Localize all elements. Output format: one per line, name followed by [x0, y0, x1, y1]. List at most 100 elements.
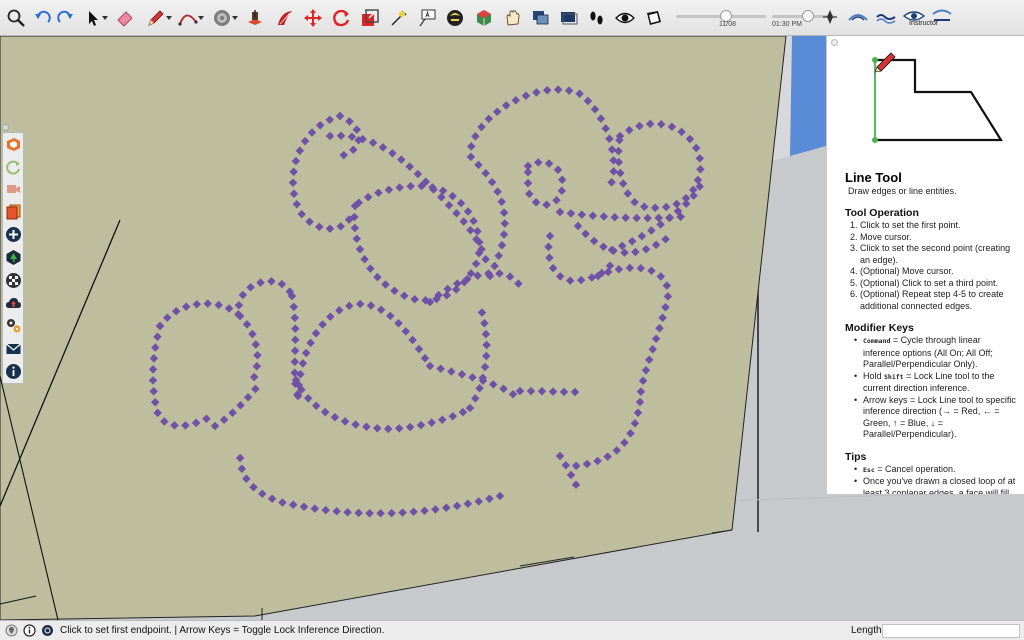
- status-bar: Click to set first endpoint. | Arrow Key…: [0, 620, 1024, 640]
- video-icon[interactable]: [5, 181, 22, 198]
- pages-icon[interactable]: [5, 203, 22, 220]
- info-icon[interactable]: [23, 624, 36, 637]
- close-icon[interactable]: [831, 39, 838, 46]
- operation-heading: Tool Operation: [845, 207, 919, 219]
- tip-text: Once you've drawn a closed loop of at le…: [863, 476, 1016, 494]
- modifier-text: Arrow keys = Lock Line tool to specific …: [863, 394, 1016, 440]
- hand-icon[interactable]: [502, 7, 524, 29]
- dimension-icon[interactable]: [388, 7, 410, 29]
- section-plane-icon[interactable]: [643, 7, 665, 29]
- shadow-date-label: 11/08: [719, 21, 736, 28]
- bullet: •: [854, 370, 858, 381]
- key-label: Esc: [863, 465, 875, 474]
- slider-knob[interactable]: [802, 10, 814, 22]
- push-pull-icon[interactable]: [274, 7, 296, 29]
- scene-tab-1[interactable]: [818, 8, 842, 26]
- bullet: •: [854, 335, 858, 345]
- operation-step: 3. Click to set the second point (creatin…: [850, 243, 1017, 266]
- refresh-icon[interactable]: [5, 159, 22, 176]
- shadow-time-label: 01:30 PM: [772, 21, 802, 28]
- operation-step: 4. (Optional) Move cursor.: [850, 266, 1017, 278]
- ground-plane: [0, 36, 787, 620]
- undo-icon[interactable]: [32, 7, 54, 29]
- key-label: Command: [863, 337, 891, 345]
- layers-icon[interactable]: [530, 7, 552, 29]
- measurement-input[interactable]: [882, 624, 1020, 638]
- step-number: 3.: [850, 243, 858, 253]
- main-toolbar: 11/08 01:30 PM Instructor: [0, 0, 1024, 36]
- tip-item: • Esc = Cancel operation.: [854, 464, 1017, 477]
- search-icon[interactable]: [5, 7, 27, 29]
- cloud-upload-icon[interactable]: [5, 295, 22, 312]
- pencil-line-icon[interactable]: [145, 7, 167, 29]
- walk-icon[interactable]: [444, 7, 466, 29]
- tool-subtitle: Draw edges or line entities.: [848, 186, 957, 196]
- operation-step: 1. Click to set the first point.: [850, 220, 1017, 232]
- toolbar-grip[interactable]: [2, 124, 9, 131]
- modifier-text: Hold Shift = Lock Line tool to the curre…: [863, 370, 995, 394]
- shadow-date-slider[interactable]: 11/08: [676, 8, 766, 28]
- tree-icon[interactable]: [5, 249, 22, 266]
- tips-list: • Esc = Cancel operation. • Once you've dra…: [854, 464, 1017, 495]
- step-text: (Optional) Repeat step 4-5 to create add…: [860, 289, 1004, 311]
- bullet: •: [854, 463, 858, 474]
- footprints-icon[interactable]: [586, 7, 608, 29]
- redo-icon[interactable]: [54, 7, 76, 29]
- info-icon[interactable]: [5, 363, 22, 380]
- scale-icon[interactable]: [359, 7, 381, 29]
- credits-icon[interactable]: [41, 624, 54, 637]
- chevron-down-icon[interactable]: [198, 15, 204, 21]
- settings-gears-icon[interactable]: [5, 317, 22, 334]
- status-message: Click to set first endpoint. | Arrow Key…: [60, 625, 385, 636]
- step-number: 1.: [850, 220, 858, 230]
- modifier-item: • Command = Cycle through linear inferenc…: [854, 335, 1017, 371]
- paint-bucket-icon[interactable]: [244, 7, 266, 29]
- add-icon[interactable]: [5, 226, 22, 243]
- move-icon[interactable]: [302, 7, 324, 29]
- instructor-panel-title: Instructor: [909, 20, 939, 27]
- tip-item: • Once you've drawn a closed loop of at l…: [854, 476, 1017, 494]
- chevron-down-icon[interactable]: [102, 15, 108, 21]
- line-tool-diagram: [872, 52, 1003, 143]
- side-toolbar: [2, 132, 24, 384]
- modifier-item: • Arrow keys = Lock Line tool to specific…: [854, 395, 1017, 441]
- operation-step: 6. (Optional) Repeat step 4-5 to create a…: [850, 289, 1017, 312]
- sketchup-logo-icon[interactable]: [5, 136, 22, 153]
- measurement-label: Length: [851, 625, 882, 636]
- key-label: Shift: [884, 372, 904, 381]
- blue-wall-face: [790, 36, 826, 156]
- operation-steps-list: 1. Click to set the first point. 2. Move cu…: [850, 220, 1017, 312]
- chevron-down-icon[interactable]: [232, 15, 238, 21]
- step-number: 2.: [850, 231, 858, 242]
- select-arrow-icon[interactable]: [82, 7, 104, 29]
- tool-title: Line Tool: [845, 170, 902, 185]
- bullet: •: [854, 476, 858, 486]
- step-text: Move cursor.: [860, 231, 912, 242]
- step-text: (Optional) Click to set a third point.: [860, 277, 999, 288]
- bullet: •: [854, 394, 858, 405]
- instructor-panel: Line Tool Draw edges or line entities. T…: [826, 36, 1024, 494]
- step-text: Click to set the second point (creating …: [860, 243, 1011, 265]
- tape-measure-icon[interactable]: [211, 7, 233, 29]
- step-number: 4.: [850, 266, 858, 276]
- checker-icon[interactable]: [5, 272, 22, 289]
- geolocation-icon[interactable]: [5, 624, 18, 637]
- tip-text: Esc = Cancel operation.: [863, 463, 956, 474]
- mail-icon[interactable]: [5, 340, 22, 357]
- scene-tab-2[interactable]: [846, 8, 870, 26]
- operation-step: 5. (Optional) Click to set a third point.: [850, 278, 1017, 290]
- eye-icon[interactable]: [614, 7, 636, 29]
- tips-heading: Tips: [845, 450, 867, 463]
- modifier-item: • Hold Shift = Lock Line tool to the curr…: [854, 371, 1017, 395]
- component-icon[interactable]: [473, 7, 495, 29]
- arc-icon[interactable]: [177, 7, 199, 29]
- text-icon[interactable]: [416, 7, 438, 29]
- scene-tab-3[interactable]: [874, 8, 898, 26]
- step-text: (Optional) Move cursor.: [860, 266, 954, 276]
- operation-step: 2. Move cursor.: [850, 232, 1017, 244]
- chevron-down-icon[interactable]: [166, 15, 172, 21]
- rotate-icon[interactable]: [330, 7, 352, 29]
- step-number: 5.: [850, 277, 858, 288]
- eraser-icon[interactable]: [114, 7, 136, 29]
- layers-icon[interactable]: [558, 7, 580, 29]
